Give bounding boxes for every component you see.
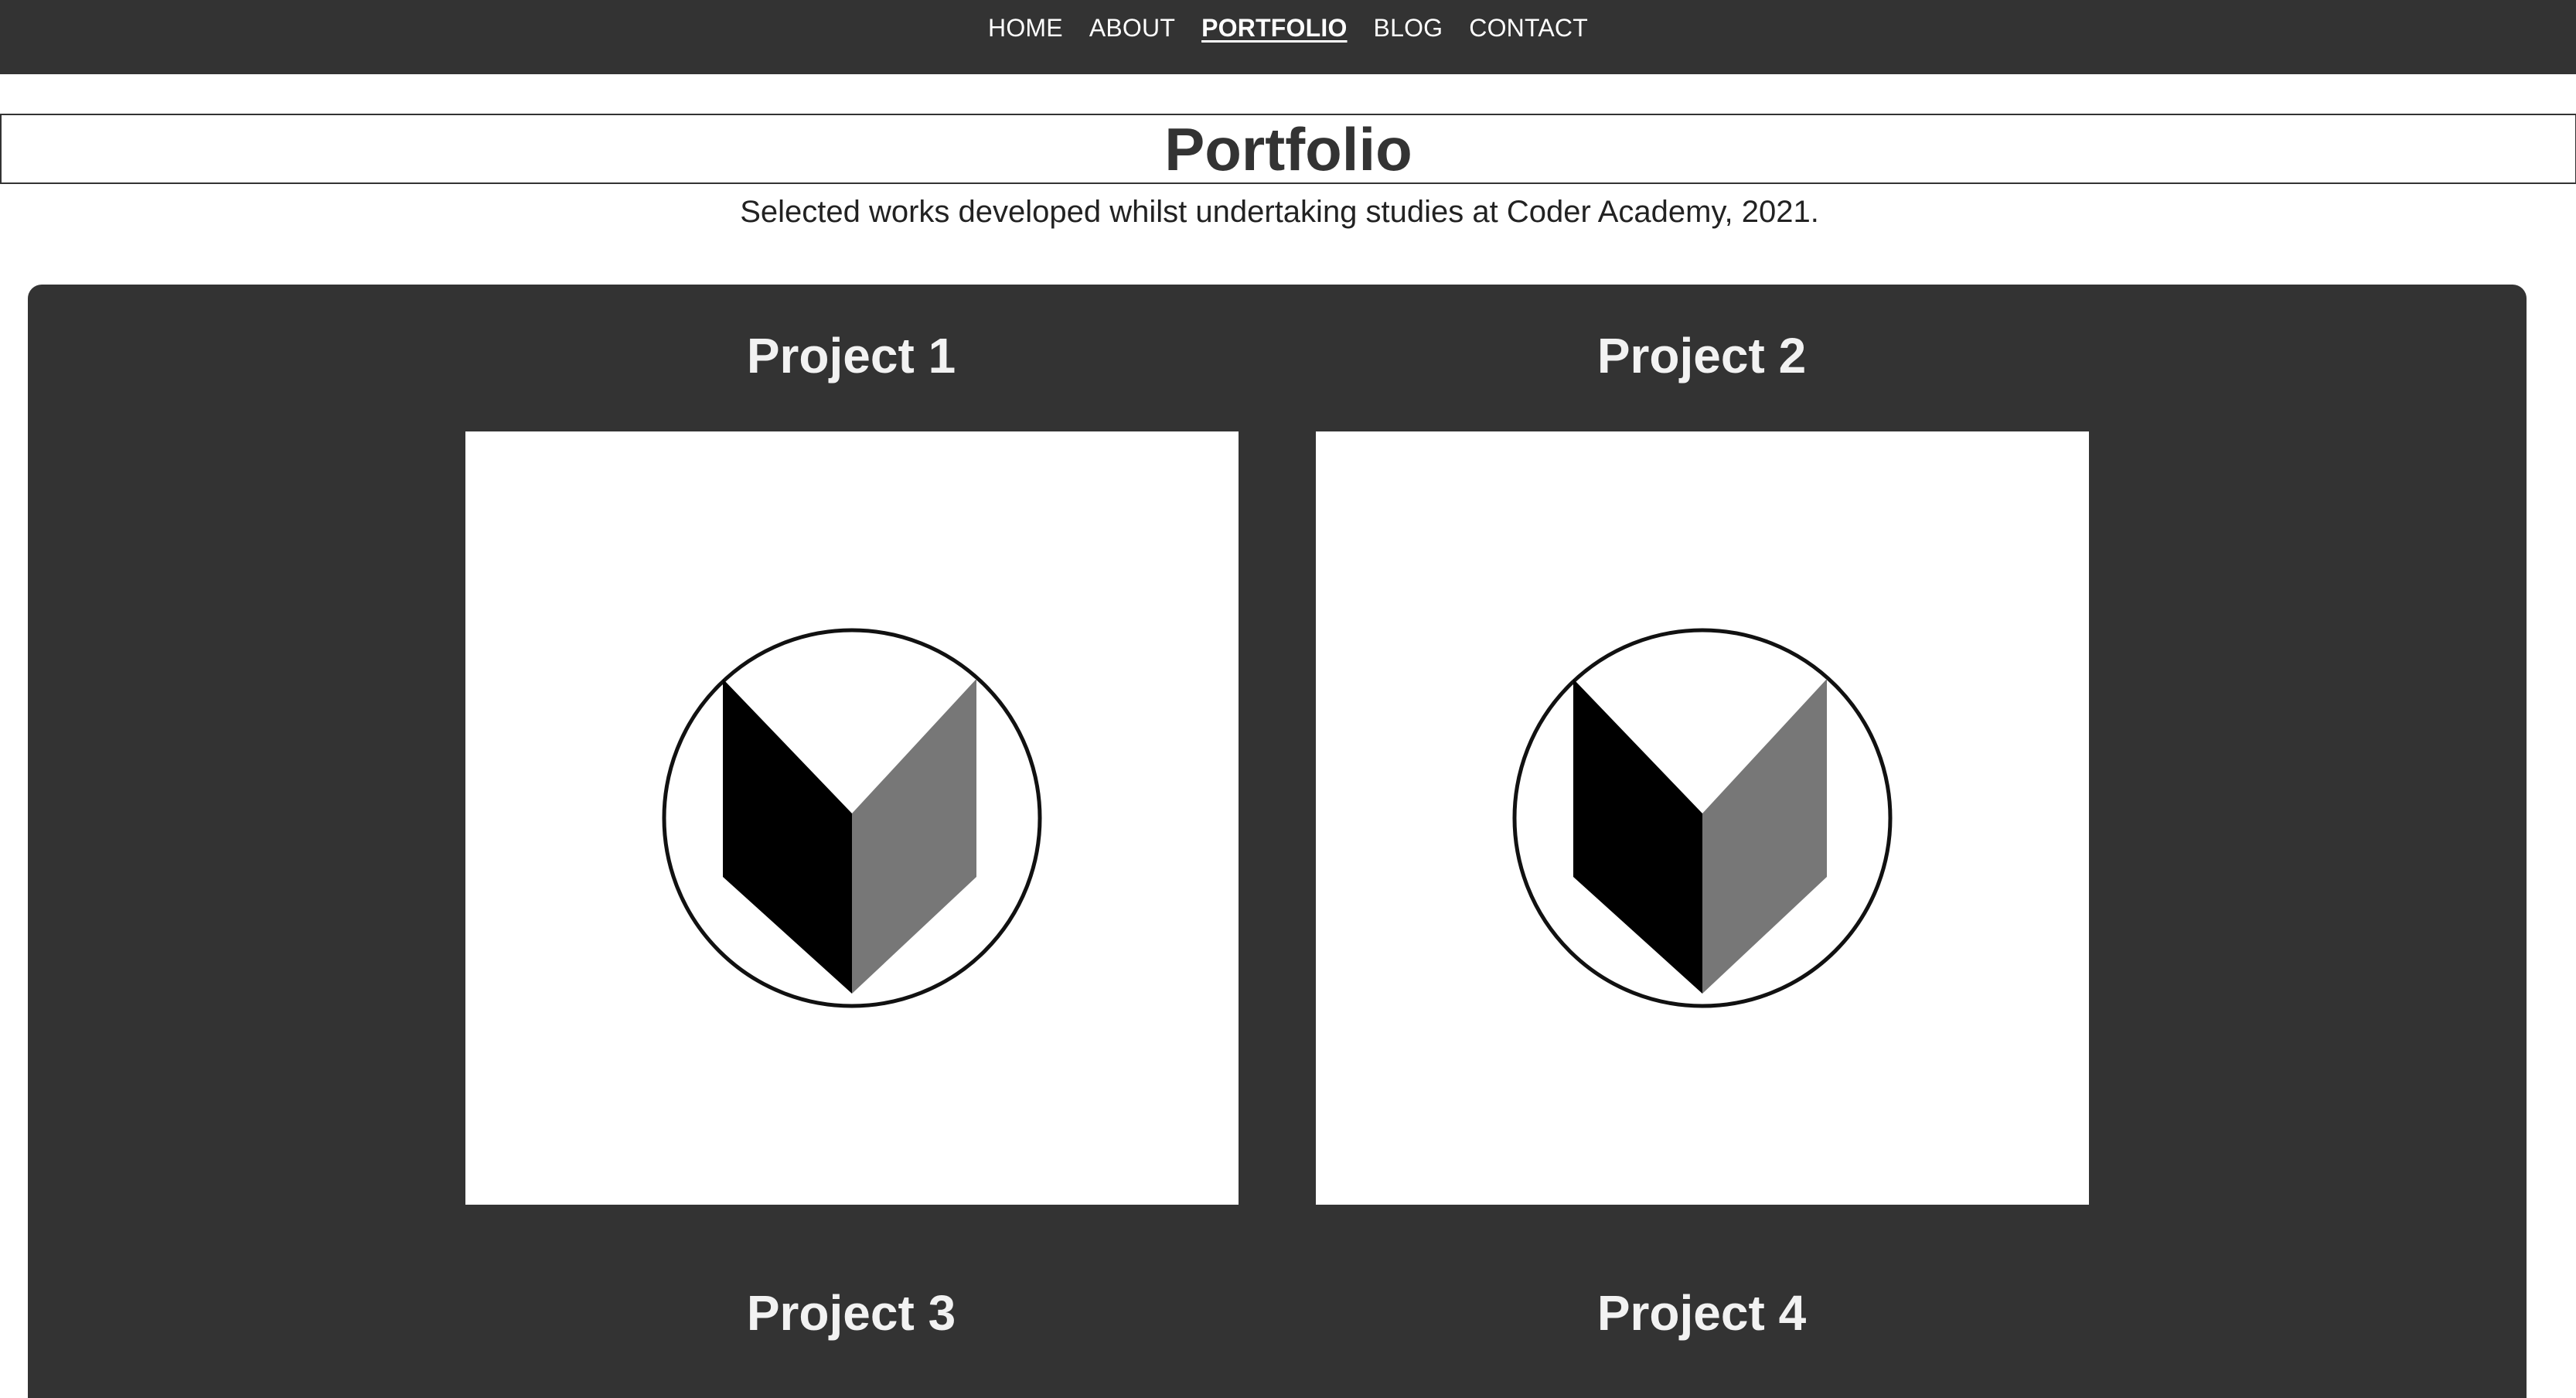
project-1-title: Project 1	[746, 328, 956, 384]
portfolio-gallery: Project 1 Project 2 Project 3 Project 4	[28, 285, 2527, 1398]
nav-link-blog[interactable]: BLOG	[1374, 14, 1443, 43]
project-3-title: Project 3	[746, 1285, 956, 1341]
project-2-thumbnail[interactable]	[1316, 431, 2089, 1205]
chevron-logo-icon	[1512, 628, 1893, 1008]
top-navigation-bar: HOME ABOUT PORTFOLIO BLOG CONTACT	[0, 0, 2576, 74]
project-4-title: Project 4	[1596, 1285, 1807, 1341]
project-2-title: Project 2	[1596, 328, 1807, 384]
page-subtitle: Selected works developed whilst undertak…	[740, 195, 1819, 229]
project-1-thumbnail[interactable]	[465, 431, 1239, 1205]
page-title-box: Portfolio	[0, 114, 2576, 184]
page-title: Portfolio	[1164, 114, 1412, 183]
nav-link-home[interactable]: HOME	[988, 14, 1063, 43]
chevron-logo-icon	[662, 628, 1042, 1008]
nav-link-contact[interactable]: CONTACT	[1469, 14, 1588, 43]
nav-link-about[interactable]: ABOUT	[1089, 14, 1175, 43]
nav-menu: HOME ABOUT PORTFOLIO BLOG CONTACT	[0, 0, 2576, 56]
nav-link-portfolio[interactable]: PORTFOLIO	[1201, 14, 1347, 43]
